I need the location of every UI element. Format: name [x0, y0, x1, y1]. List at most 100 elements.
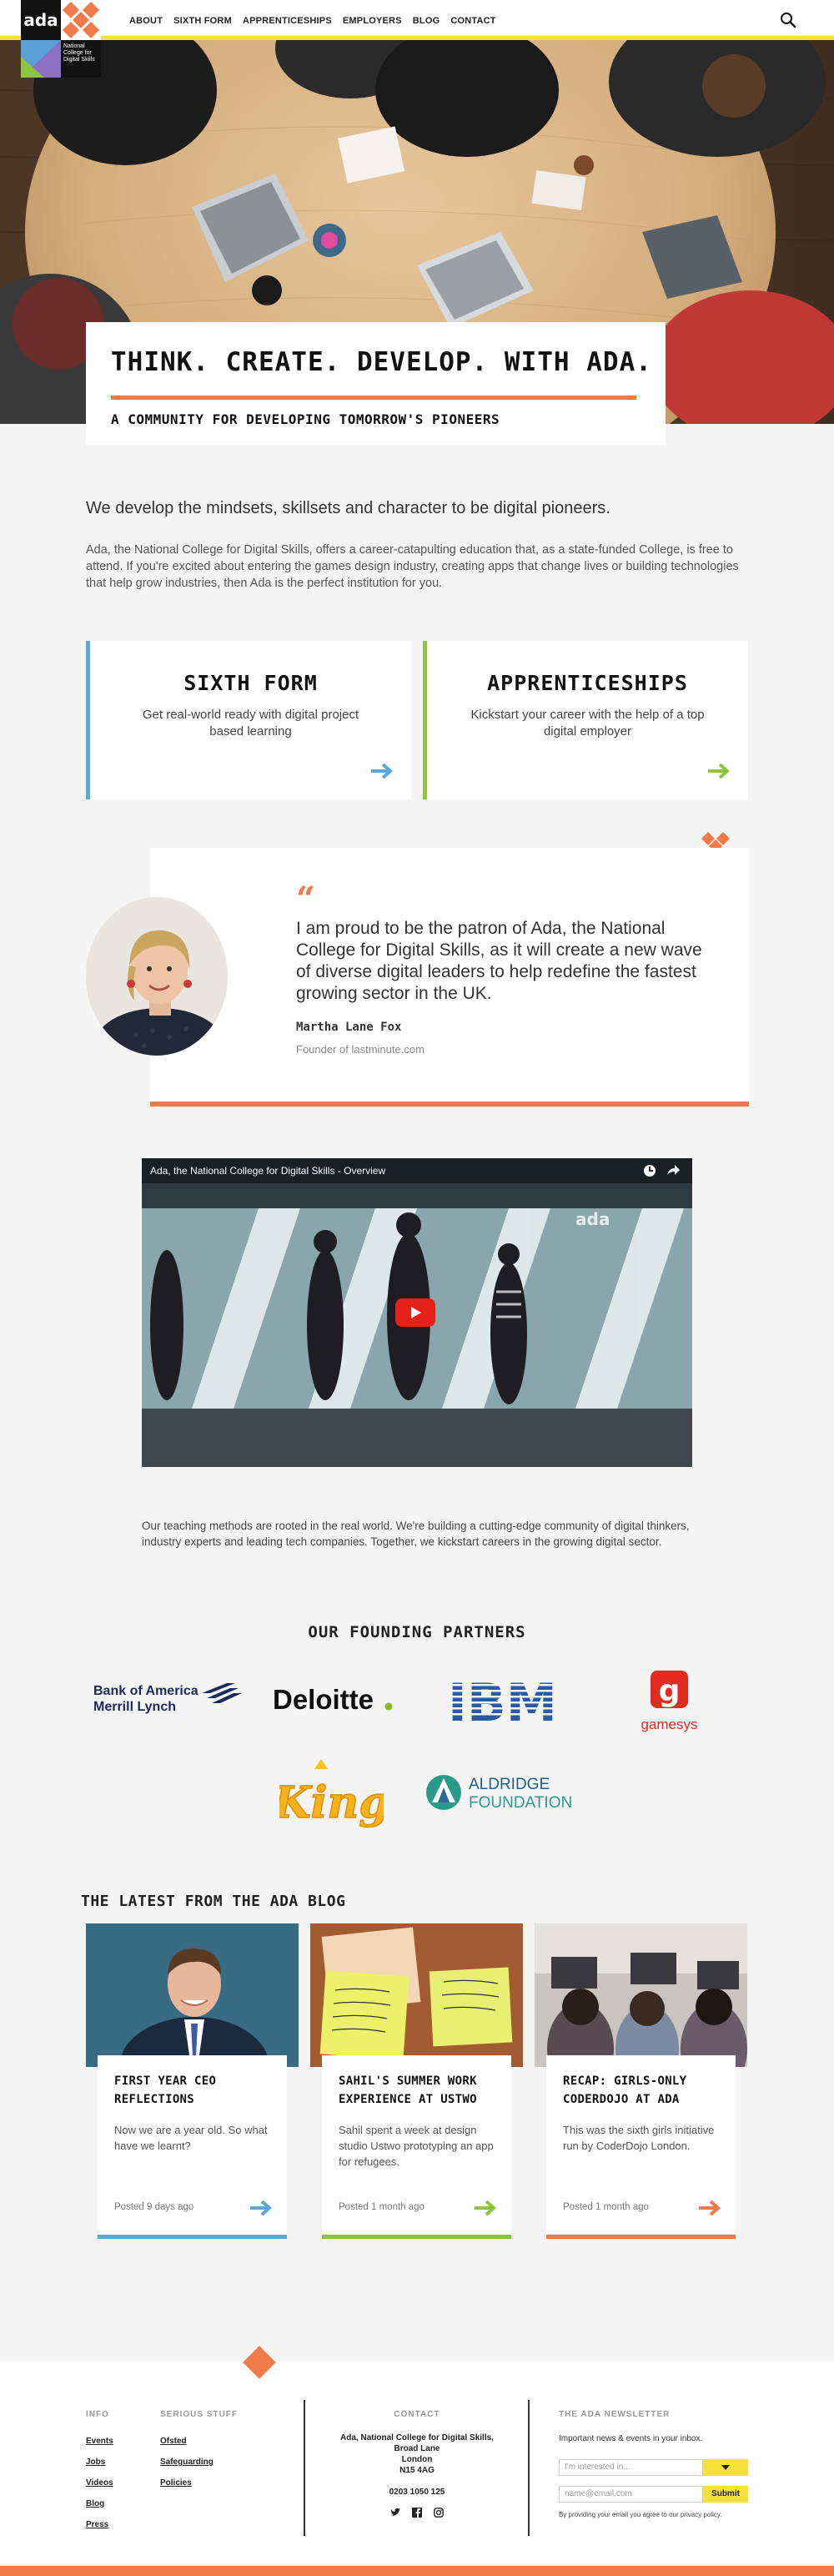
share-icon[interactable] — [666, 1163, 681, 1178]
interest-dropdown-toggle[interactable] — [703, 2459, 748, 2476]
sixth-form-card[interactable]: SIXTH FORM Get real-world ready with dig… — [86, 641, 411, 799]
partner-deloitte-logo[interactable]: Deloitte — [271, 1684, 396, 1717]
footer-link-ofsted[interactable]: Ofsted — [160, 2437, 187, 2446]
arrow-right-icon[interactable] — [708, 764, 731, 779]
aldridge-line1: ALDRIDGE — [469, 1776, 550, 1793]
nav-about[interactable]: ABOUT — [129, 16, 163, 26]
testimonial-name: Martha Lane Fox — [296, 1021, 402, 1034]
partner-king-logo[interactable]: King — [271, 1759, 389, 1830]
contact-address-line: Ada, National College for Digital Skills… — [340, 2433, 494, 2442]
email-field[interactable]: name@email.com — [559, 2486, 703, 2503]
testimonial-role: Founder of lastminute.com — [296, 1043, 425, 1056]
blog-post-accent-bar — [98, 2235, 287, 2239]
partner-gamesys-logo[interactable]: g gamesys — [630, 1671, 709, 1737]
hero-title-box: THINK. CREATE. DEVELOP. WITH ADA. A COMM… — [86, 322, 666, 445]
interest-select[interactable]: I'm interested in... — [559, 2459, 703, 2476]
play-button-icon[interactable] — [395, 1298, 435, 1327]
hero-divider — [111, 396, 636, 400]
card-text: Get real-world ready with digital projec… — [142, 708, 359, 739]
arrow-right-icon[interactable] — [699, 2200, 722, 2216]
nav-sixth-form[interactable]: SIXTH FORM — [173, 16, 232, 26]
blog-post-image[interactable] — [86, 1923, 299, 2067]
partner-bank-of-america-logo[interactable]: Bank of America Merrill Lynch — [92, 1681, 242, 1715]
footer-divider — [528, 2400, 530, 2536]
blog-post-date: Posted 1 month ago — [563, 2202, 649, 2212]
arrow-right-icon[interactable] — [371, 764, 394, 779]
card-title: APPRENTICESHIPS — [487, 671, 688, 695]
arrow-right-icon[interactable] — [475, 2200, 498, 2216]
blog-post-image[interactable] — [310, 1923, 523, 2067]
quote-icon: “ — [296, 880, 316, 919]
gamesys-letter: g — [659, 1674, 681, 1708]
blog-post-card[interactable]: FIRST YEAR CEO REFLECTIONS Now we are a … — [86, 1923, 299, 2239]
card-title: SIXTH FORM — [183, 671, 318, 695]
facebook-icon[interactable] — [412, 2508, 422, 2518]
footer-link-safeguarding[interactable]: Safeguarding — [160, 2458, 214, 2467]
footer-link-jobs[interactable]: Jobs — [86, 2458, 105, 2467]
site-logo[interactable]: ada National College for Digital Skills — [21, 0, 101, 78]
arrow-right-icon[interactable] — [250, 2200, 274, 2216]
blog-post-excerpt: Sahil spent a week at design studio Ustw… — [339, 2124, 494, 2168]
video-title[interactable]: Ada, the National College for Digital Sk… — [150, 1165, 385, 1177]
footer-link-blog[interactable]: Blog — [86, 2499, 104, 2508]
footer-link-videos[interactable]: Videos — [86, 2478, 113, 2488]
aldridge-line2: FOUNDATION — [469, 1794, 572, 1812]
social-links — [390, 2508, 444, 2518]
blog-post-image[interactable] — [535, 1923, 747, 2067]
contact-address-line: N15 4AG — [399, 2466, 435, 2475]
newsletter-title: THE ADA NEWSLETTER — [559, 2410, 671, 2419]
footer-divider — [304, 2400, 305, 2536]
nav-employers[interactable]: EMPLOYERS — [343, 16, 402, 26]
footer-accent-bar — [0, 2566, 834, 2576]
king-wordmark: King — [279, 1777, 384, 1828]
footer-link-events[interactable]: Events — [86, 2437, 113, 2446]
apprenticeships-card[interactable]: APPRENTICESHIPS Kickstart your career wi… — [423, 641, 748, 799]
partner-ibm-logo[interactable]: IBM — [446, 1672, 559, 1733]
search-icon[interactable] — [780, 12, 796, 28]
logo-color-block-icon — [21, 40, 61, 78]
submit-button[interactable]: Submit — [703, 2486, 748, 2503]
partners-title: OUR FOUNDING PARTNERS — [308, 1623, 526, 1641]
nav-contact[interactable]: CONTACT — [450, 16, 495, 26]
deloitte-wordmark: Deloitte — [273, 1684, 374, 1715]
blog-post-card[interactable]: SAHIL'S SUMMER WORK EXPERIENCE AT USTWO … — [310, 1923, 523, 2239]
footer-serious-title: SERIOUS STUFF — [160, 2410, 239, 2419]
blog-post-card[interactable]: RECAP: GIRLS-ONLY CODERDOJO AT ADA This … — [535, 1923, 747, 2239]
gamesys-wordmark: gamesys — [641, 1716, 697, 1732]
hero-title: THINK. CREATE. DEVELOP. WITH ADA. — [111, 347, 652, 377]
blog-post-accent-bar — [322, 2235, 511, 2239]
twitter-icon[interactable] — [390, 2508, 400, 2518]
blog-post-title[interactable]: RECAP: GIRLS-ONLY CODERDOJO AT ADA — [563, 2072, 719, 2109]
teaching-text: Our teaching methods are rooted in the r… — [142, 1520, 690, 1548]
intro-body: Ada, the National College for Digital Sk… — [86, 543, 739, 590]
blog-post-excerpt: Now we are a year old. So what have we l… — [114, 2124, 268, 2152]
chevron-down-icon — [721, 2465, 730, 2470]
privacy-note[interactable]: By providing your email you agree to our… — [559, 2511, 722, 2518]
video-player[interactable]: ada Ada, the National College for Digita… — [142, 1158, 692, 1467]
video-controls — [642, 1163, 681, 1178]
blog-section-title: THE LATEST FROM THE ADA BLOG — [81, 1893, 346, 1910]
boa-line1: Bank of America — [93, 1684, 198, 1698]
nav-apprenticeships[interactable]: APPRENTICESHIPS — [243, 16, 332, 26]
video-logo-text: ada — [575, 1209, 610, 1229]
blog-post-date: Posted 1 month ago — [339, 2202, 425, 2212]
site-header: ABOUT SIXTH FORM APPRENTICESHIPS EMPLOYE… — [0, 0, 834, 40]
footer-link-policies[interactable]: Policies — [160, 2478, 192, 2488]
contact-phone[interactable]: 0203 1050 125 — [338, 2488, 496, 2497]
blog-post-title[interactable]: SAHIL'S SUMMER WORK EXPERIENCE AT USTWO — [339, 2072, 495, 2109]
watch-later-icon[interactable] — [642, 1163, 657, 1178]
blog-post-date: Posted 9 days ago — [114, 2202, 194, 2212]
instagram-icon[interactable] — [434, 2508, 444, 2518]
logo-diamonds-icon — [61, 0, 101, 40]
intro-lead: We develop the mindsets, skillsets and c… — [86, 499, 610, 517]
contact-address-line: London — [401, 2455, 433, 2464]
nav-blog[interactable]: BLOG — [413, 16, 440, 26]
footer-link-press[interactable]: Press — [86, 2520, 108, 2529]
avatar — [86, 897, 228, 1056]
footer-info-title: INFO — [86, 2410, 109, 2419]
blog-post-title[interactable]: FIRST YEAR CEO REFLECTIONS — [114, 2072, 270, 2109]
card-text: Kickstart your career with the help of a… — [470, 708, 705, 739]
partner-aldridge-foundation-logo[interactable]: ALDRIDGE FOUNDATION — [425, 1772, 575, 1812]
deloitte-dot-icon — [384, 1702, 393, 1711]
boa-line2: Merrill Lynch — [93, 1700, 176, 1714]
